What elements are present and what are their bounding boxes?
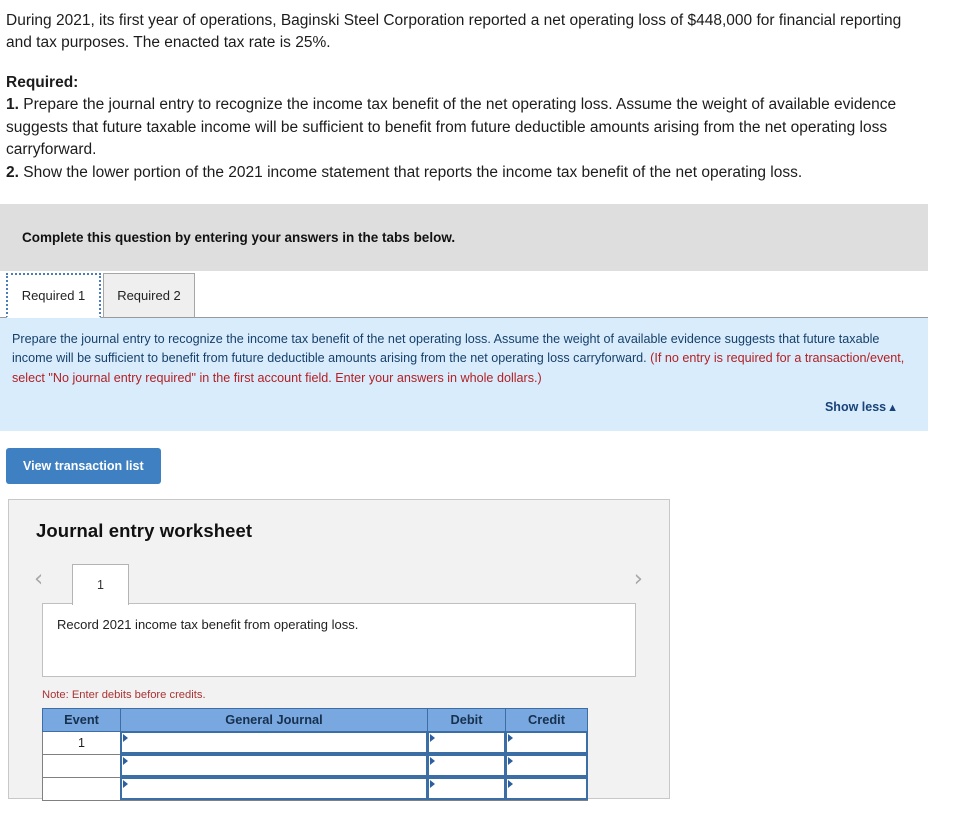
tab-required-2[interactable]: Required 2 — [103, 273, 195, 319]
journal-entry-worksheet-panel: Journal entry worksheet ‹ 1 › Record 202… — [8, 498, 670, 801]
debit-input[interactable] — [427, 731, 506, 755]
instruction-bar: Complete this question by entering your … — [0, 204, 928, 272]
column-header-debit: Debit — [427, 707, 506, 732]
table-row — [42, 753, 588, 778]
cell-credit[interactable] — [505, 753, 588, 778]
cell-debit[interactable] — [427, 730, 506, 755]
cell-event — [42, 776, 121, 801]
chevron-left-icon[interactable]: ‹ — [34, 567, 43, 591]
column-header-general-journal: General Journal — [120, 707, 428, 732]
info-panel: Prepare the journal entry to recognize t… — [0, 318, 928, 431]
requirement-1: 1. Prepare the journal entry to recogniz… — [6, 94, 928, 161]
credit-input[interactable] — [505, 777, 588, 801]
table-header-row: Event General Journal Debit Credit — [42, 707, 588, 732]
tabstrip: Required 1 Required 2 — [0, 271, 928, 319]
problem-paragraph-1: During 2021, its first year of operation… — [6, 12, 902, 52]
chevron-right-icon[interactable]: › — [634, 567, 643, 591]
required-heading: Required: — [6, 73, 79, 91]
column-header-credit: Credit — [505, 707, 588, 732]
worksheet-page-tab-1[interactable]: 1 — [72, 563, 129, 605]
cell-general-journal[interactable] — [120, 753, 428, 778]
general-journal-select[interactable] — [120, 754, 428, 778]
cell-credit[interactable] — [505, 730, 588, 755]
column-header-event: Event — [42, 707, 121, 732]
problem-statement: During 2021, its first year of operation… — [0, 0, 954, 184]
toolbar: View transaction list — [0, 431, 954, 484]
credit-input[interactable] — [505, 754, 588, 778]
view-transaction-list-button[interactable]: View transaction list — [6, 447, 161, 484]
show-less-label: Show less — [824, 399, 887, 414]
debit-input[interactable] — [427, 777, 506, 801]
cell-event — [42, 753, 121, 778]
worksheet-title: Journal entry worksheet — [36, 519, 253, 541]
journal-entry-table: Event General Journal Debit Credit 1 — [42, 707, 588, 801]
page-root: During 2021, its first year of operation… — [0, 0, 954, 814]
cell-credit[interactable] — [505, 776, 588, 801]
tab-required-1[interactable]: Required 1 — [6, 273, 101, 319]
worksheet-description-text: Record 2021 income tax benefit from oper… — [57, 616, 359, 632]
cell-debit[interactable] — [427, 776, 506, 801]
debits-before-credits-note: Note: Enter debits before credits. — [42, 688, 206, 701]
credit-input[interactable] — [505, 731, 588, 755]
cell-debit[interactable] — [427, 753, 506, 778]
requirement-1-text: Prepare the journal entry to recognize t… — [6, 96, 897, 159]
cell-general-journal[interactable] — [120, 730, 428, 755]
requirement-1-number: 1. — [6, 96, 19, 114]
table-row — [42, 776, 588, 801]
worksheet-description-box: Record 2021 income tax benefit from oper… — [42, 602, 636, 677]
cell-event: 1 — [42, 730, 121, 755]
requirement-2-text: Show the lower portion of the 2021 incom… — [18, 163, 803, 181]
requirement-2: 2. Show the lower portion of the 2021 in… — [6, 162, 928, 184]
general-journal-select[interactable] — [120, 731, 428, 755]
general-journal-select[interactable] — [120, 777, 428, 801]
worksheet-pager: ‹ 1 › — [9, 563, 669, 605]
caret-up-icon: ▲ — [887, 401, 898, 414]
info-panel-body: Prepare the journal entry to recognize t… — [12, 330, 906, 387]
requirement-2-number: 2. — [6, 163, 19, 181]
table-row: 1 — [42, 730, 588, 755]
show-less-row: Show less▲ — [12, 388, 906, 421]
cell-general-journal[interactable] — [120, 776, 428, 801]
show-less-link[interactable]: Show less▲ — [825, 400, 898, 414]
debit-input[interactable] — [427, 754, 506, 778]
